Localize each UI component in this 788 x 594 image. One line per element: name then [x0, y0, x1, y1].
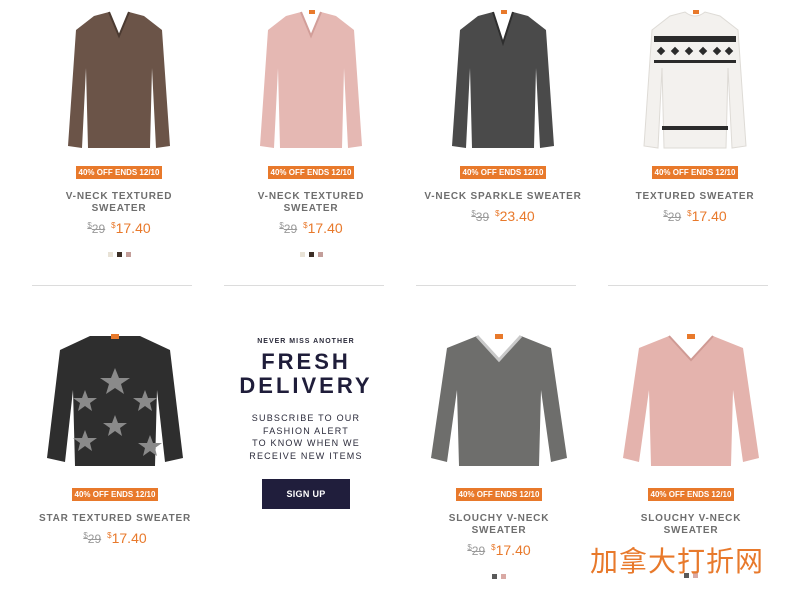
product-image[interactable] [610, 8, 780, 158]
product-name[interactable]: V-NECK TEXTURED SWEATER [246, 191, 376, 215]
color-swatch[interactable] [492, 574, 497, 579]
color-swatch[interactable] [116, 252, 122, 257]
product-card[interactable]: 40% OFF ENDS 12/10 V-NECK SPARKLE SWEATE… [418, 8, 588, 224]
product-image[interactable] [414, 330, 584, 480]
product-image[interactable] [226, 8, 396, 158]
price-block: $29 $17.40 [30, 530, 200, 546]
promo-subtext-line: SUBSCRIBE TO OUR [251, 413, 361, 423]
sale-badge: 40% OFF ENDS 12/10 [75, 166, 163, 179]
watermark-text: 加拿大打折网 [590, 545, 765, 578]
promo-headline-2: DELIVERY [239, 373, 373, 398]
sale-badge: 40% OFF ENDS 12/10 [651, 166, 739, 179]
color-swatches [414, 574, 584, 580]
sale-price: $23.40 [495, 208, 535, 224]
original-price: $29 [279, 221, 298, 236]
product-card[interactable]: 40% OFF ENDS 12/10 TEXTURED SWEATER $29 $… [610, 8, 780, 224]
product-card[interactable]: 40% OFF ENDS 12/10 V-NECK TEXTURED SWEAT… [226, 8, 396, 258]
product-name[interactable]: V-NECK TEXTURED SWEATER [54, 191, 184, 215]
divider [32, 285, 192, 286]
price-block: $29 $17.40 [610, 208, 780, 224]
sale-badge: 40% OFF ENDS 12/10 [267, 166, 355, 179]
color-swatches [226, 252, 396, 258]
original-price: $39 [471, 209, 490, 224]
original-price: $29 [83, 531, 102, 546]
product-image[interactable] [418, 8, 588, 158]
product-card[interactable]: 40% OFF ENDS 12/10 V-NECK TEXTURED SWEAT… [34, 8, 204, 258]
product-image[interactable] [30, 330, 200, 480]
color-swatch[interactable] [125, 252, 131, 257]
original-price: $29 [663, 209, 682, 224]
sale-price: $17.40 [111, 220, 151, 236]
color-swatch[interactable] [501, 574, 506, 579]
product-name[interactable]: SLOUCHY V-NECK SWEATER [434, 513, 564, 537]
price-block: $29 $17.40 [414, 542, 584, 558]
sale-badge: 40% OFF ENDS 12/10 [459, 166, 547, 179]
product-image[interactable] [606, 330, 776, 480]
price-block: $29 $17.40 [226, 220, 396, 236]
color-swatch[interactable] [299, 252, 305, 257]
product-name[interactable]: TEXTURED SWEATER [630, 191, 760, 203]
product-name[interactable]: V-NECK SPARKLE SWEATER [418, 191, 588, 203]
promo-subtext-line: FASHION ALERT [263, 425, 349, 436]
price-block: $39 $23.40 [418, 208, 588, 224]
sale-badge: 40% OFF ENDS 12/10 [647, 488, 735, 501]
promo-subtext: SUBSCRIBE TO OUR FASHION ALERT TO KNOW W… [226, 412, 386, 462]
product-name[interactable]: SLOUCHY V-NECK SWEATER [626, 513, 756, 537]
divider [416, 285, 576, 286]
product-card[interactable]: 40% OFF ENDS 12/10 SLOUCHY V-NECK SWEATE… [414, 330, 584, 580]
price-block: $29 $17.40 [34, 220, 204, 236]
color-swatch[interactable] [107, 252, 113, 257]
promo-headline-1: FRESH [261, 349, 351, 374]
sale-price: $17.40 [303, 220, 343, 236]
newsletter-promo: NEVER MISS ANOTHER FRESH DELIVERY SUBSCR… [226, 338, 386, 509]
divider [608, 285, 768, 286]
product-card[interactable]: 40% OFF ENDS 12/10 STAR TEXTURED SWEATER… [30, 330, 200, 546]
sale-badge: 40% OFF ENDS 12/10 [71, 488, 159, 501]
color-swatches [34, 252, 204, 258]
sale-price: $17.40 [491, 542, 531, 558]
product-name[interactable]: STAR TEXTURED SWEATER [30, 513, 200, 525]
promo-subtext-line: RECEIVE NEW ITEMS [249, 450, 363, 461]
color-swatch[interactable] [308, 252, 314, 257]
color-swatch[interactable] [317, 252, 323, 257]
sale-price: $17.40 [107, 530, 147, 546]
sale-badge: 40% OFF ENDS 12/10 [455, 488, 543, 501]
sale-price: $17.40 [687, 208, 727, 224]
original-price: $29 [87, 221, 106, 236]
original-price: $29 [467, 543, 486, 558]
divider [224, 285, 384, 286]
promo-eyebrow: NEVER MISS ANOTHER [257, 338, 355, 345]
product-image[interactable] [34, 8, 204, 158]
sign-up-button[interactable]: SIGN UP [262, 479, 350, 509]
promo-subtext-line: TO KNOW WHEN WE [252, 438, 360, 448]
